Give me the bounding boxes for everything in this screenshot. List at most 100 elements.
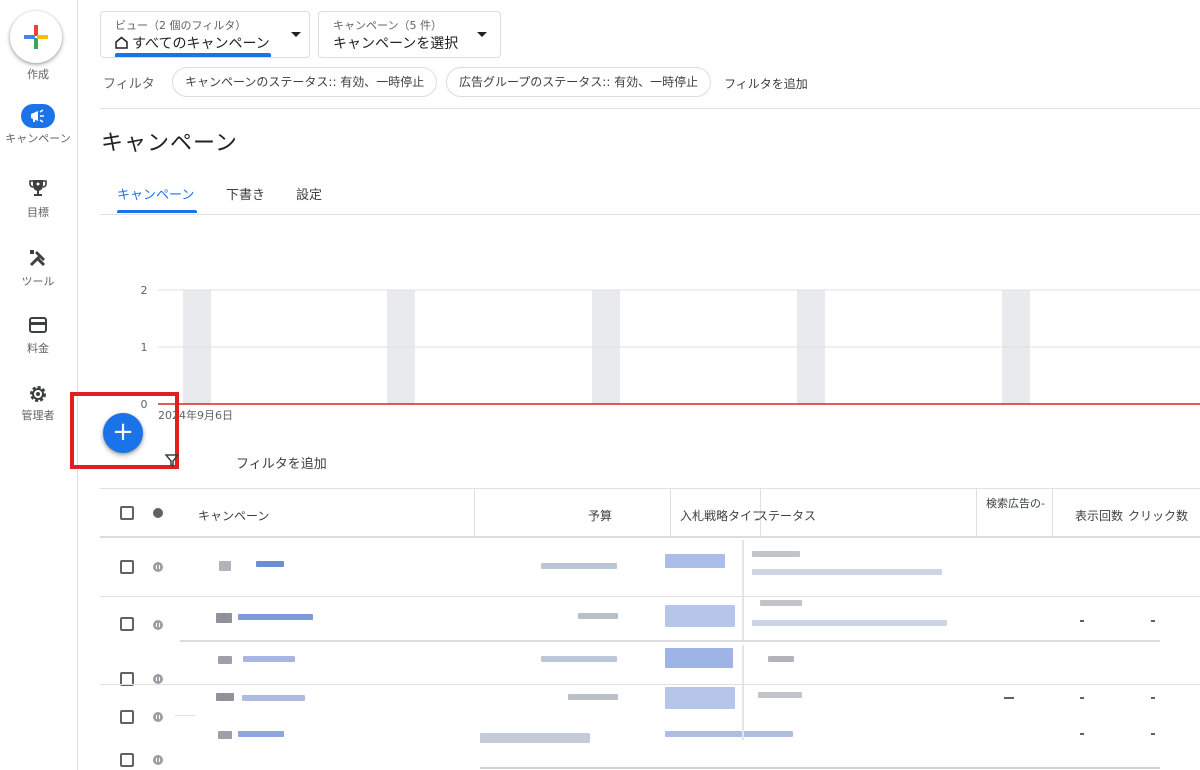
col-header-impressions[interactable]: 表示回数 [1075,507,1123,524]
col-header-status[interactable]: ステータス [756,507,816,524]
campaign-name[interactable] [238,614,313,620]
highlight-box [70,392,179,469]
impressions-value [1080,620,1084,622]
paused-icon [153,620,163,630]
tab-settings[interactable]: 設定 [296,184,322,203]
y-tick-label: 2 [141,284,148,297]
column-divider [742,540,744,640]
table-header: キャンペーン 予算 入札戦略タイプ ステータス 検索広告の- 表示回数 クリック… [100,488,1200,538]
nav-item-label: 目標 [27,206,49,219]
paused-icon [153,755,163,765]
clicks-value [1151,697,1155,699]
create-button[interactable] [10,11,62,63]
bid-strategy-value [665,687,735,709]
bid-strategy-value [665,605,735,627]
page-title: キャンペーン [101,131,238,156]
view-selector-value-wrap: すべてのキャンペーン [115,33,270,53]
column-divider [742,645,744,740]
status-value [752,551,800,557]
col-header-budget[interactable]: 予算 [588,507,612,524]
trophy-icon [0,178,76,202]
campaign-name[interactable] [256,561,284,567]
column-divider [474,489,475,537]
clicks-value [1151,733,1155,735]
paused-icon [153,712,163,722]
row-divider [175,715,195,716]
campaign-name[interactable] [243,656,295,662]
row-checkbox[interactable] [120,710,134,724]
home-icon [115,36,128,49]
status-value [760,600,802,606]
credit-card-icon [0,316,76,338]
budget-value [568,694,618,700]
col-header-campaign[interactable]: キャンペーン [198,507,269,524]
nav-rail: 作成 キャンペーン 目標 ツール 料金 管理者 [0,0,78,770]
col-header-search-share[interactable]: 検索広告の- [986,495,1045,511]
campaign-type-icon [218,656,232,664]
tools-icon [0,248,76,272]
chevron-down-icon [477,32,487,37]
clicks-value [1151,620,1155,622]
col-header-bid-strategy[interactable]: 入札戦略タイプ [680,507,758,524]
row-checkbox[interactable] [120,753,134,767]
status-dot-icon [153,508,163,518]
add-filter-link[interactable]: フィルタを追加 [724,75,808,92]
filter-icon[interactable] [165,453,179,467]
tab-drafts[interactable]: 下書き [226,184,265,203]
divider [100,108,1200,109]
megaphone-icon [21,104,55,128]
budget-value [541,563,617,569]
status-detail [752,620,947,626]
view-selector-indicator [115,53,271,57]
filter-chip-campaign-status[interactable]: キャンペーンのステータス:: 有効、一時停止 [172,67,438,97]
campaign-selector[interactable]: キャンペーン（5 件） キャンペーンを選択 [318,11,501,58]
status-value [768,656,794,662]
filter-label: フィルタ [103,77,155,92]
campaign-type-icon [216,613,232,623]
tab-campaigns[interactable]: キャンペーン [117,184,194,203]
nav-item-label: ツール [21,275,55,288]
column-divider [670,489,671,537]
column-divider [976,489,977,537]
performance-chart: 0122024年9月6日 [141,284,1200,422]
row-divider [180,640,1160,642]
budget-value [578,613,618,619]
campaign-type-icon [219,561,231,571]
campaign-type-icon [218,731,232,739]
budget-value [480,733,590,743]
status-detail [752,569,942,575]
nav-item-label: 管理者 [21,409,55,422]
create-label: 作成 [27,68,49,81]
row-divider [480,767,1160,769]
bid-strategy-value [665,648,733,668]
bid-strategy-value [665,731,793,737]
chevron-down-icon [291,32,301,37]
row-checkbox[interactable] [120,560,134,574]
row-divider [100,684,1200,685]
active-tab-indicator [117,210,197,213]
campaign-name[interactable] [238,731,284,737]
impressions-value [1080,733,1084,735]
row-checkbox[interactable] [120,617,134,631]
filter-chip-adgroup-status[interactable]: 広告グループのステータス:: 有効、一時停止 [446,67,712,97]
plus-icon [24,25,48,49]
gear-icon [0,384,76,408]
bid-strategy-value [665,554,725,568]
search-share-value [1004,697,1014,699]
view-selector-caption: ビュー（2 個のフィルタ） [115,19,247,32]
divider [100,214,1200,215]
paused-icon [153,674,163,684]
view-selector[interactable]: ビュー（2 個のフィルタ） すべてのキャンペーン [100,11,310,58]
y-tick-label: 1 [141,341,148,354]
paused-icon [153,562,163,572]
column-divider [1052,489,1053,537]
col-header-clicks[interactable]: クリック数 [1128,507,1188,524]
row-divider [100,596,1200,597]
view-selector-value: すべてのキャンペーン [132,36,270,52]
table-add-filter[interactable]: フィルタを追加 [236,453,327,472]
campaign-name[interactable] [242,695,305,701]
nav-item-label: キャンペーン [5,132,71,145]
select-all-checkbox[interactable] [120,506,134,520]
campaign-selector-caption: キャンペーン（5 件） [333,19,442,32]
campaign-selector-value: キャンペーンを選択 [333,36,459,52]
